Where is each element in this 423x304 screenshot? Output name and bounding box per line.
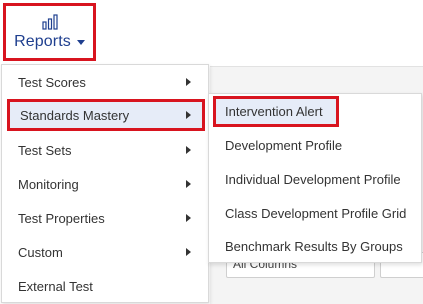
menu-item-external-test[interactable]: External Test xyxy=(2,270,208,302)
bar-chart-icon xyxy=(41,13,58,30)
submenu-item-label: Individual Development Profile xyxy=(225,171,401,187)
submenu-item-intervention-alert[interactable]: Intervention Alert xyxy=(213,96,339,127)
menu-item-label: Monitoring xyxy=(18,176,79,192)
chevron-right-icon xyxy=(186,111,191,119)
reports-label: Reports xyxy=(14,32,71,50)
menu-item-test-scores[interactable]: Test Scores xyxy=(2,66,208,98)
submenu-item-label: Intervention Alert xyxy=(225,104,323,119)
menu-item-label: Test Sets xyxy=(18,142,72,158)
menu-item-test-properties[interactable]: Test Properties xyxy=(2,202,208,234)
menu-item-test-sets[interactable]: Test Sets xyxy=(2,134,208,166)
submenu-item-individual-development-profile[interactable]: Individual Development Profile xyxy=(209,163,421,195)
menu-item-label: Standards Mastery xyxy=(20,107,130,123)
chevron-right-icon xyxy=(186,214,191,222)
submenu-item-development-profile[interactable]: Development Profile xyxy=(209,129,421,161)
chevron-right-icon xyxy=(186,248,191,256)
submenu-item-benchmark-results-by-groups[interactable]: Benchmark Results By Groups xyxy=(209,230,421,262)
submenu-item-label: Benchmark Results By Groups xyxy=(225,238,403,254)
submenu-item-label: Development Profile xyxy=(225,137,343,153)
menu-item-label: Custom xyxy=(18,244,63,260)
menu-item-custom[interactable]: Custom xyxy=(2,236,208,268)
chevron-right-icon xyxy=(186,78,191,86)
menu-item-monitoring[interactable]: Monitoring xyxy=(2,168,208,200)
reports-dropdown-menu: Test Scores Standards Mastery Test Sets … xyxy=(1,64,209,303)
chevron-right-icon xyxy=(186,180,191,188)
menu-item-standards-mastery[interactable]: Standards Mastery xyxy=(7,99,205,131)
menu-item-label: Test Properties xyxy=(18,210,105,226)
submenu-item-class-development-profile-grid[interactable]: Class Development Profile Grid xyxy=(209,197,421,229)
menu-item-label: Test Scores xyxy=(18,74,86,90)
reports-nav-button[interactable]: Reports xyxy=(3,3,96,61)
standards-mastery-submenu: Intervention Alert Development Profile I… xyxy=(208,93,422,263)
reports-label-row: Reports xyxy=(14,33,85,51)
menu-item-label: External Test xyxy=(18,278,93,294)
submenu-item-label: Class Development Profile Grid xyxy=(225,205,407,221)
chevron-right-icon xyxy=(186,146,191,154)
caret-down-icon xyxy=(76,40,85,45)
